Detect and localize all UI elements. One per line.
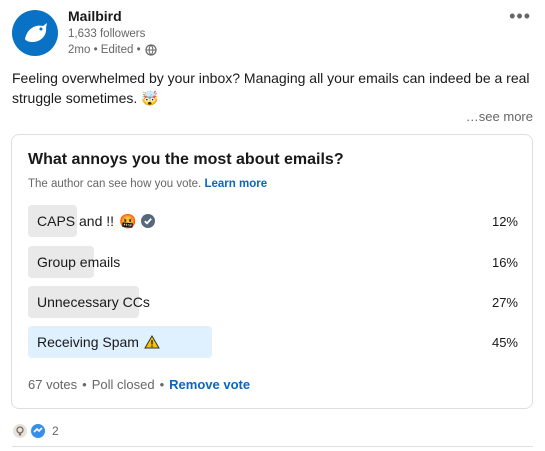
poll-card: What annoys you the most about emails? T… (11, 134, 533, 409)
poll-option-receiving-spam: Receiving Spam 45% (28, 326, 518, 358)
poll-privacy-note: The author can see how you vote. Learn m… (28, 178, 267, 190)
poll-footer: 67 votes • Poll closed • Remove vote (28, 377, 250, 392)
post-meta-text: 2mo • Edited • (68, 44, 141, 56)
post-meta: 2mo • Edited • (68, 44, 157, 56)
see-more-link[interactable]: …see more (466, 109, 533, 124)
cursing-face-emoji: 🤬 (119, 212, 137, 229)
poll-option-label-wrap: Unnecessary CCs (37, 286, 150, 318)
separator-dot: • (82, 377, 87, 392)
poll-note-text: The author can see how you vote. (28, 178, 202, 190)
poll-option-percent: 27% (491, 294, 518, 310)
poll-status: Poll closed (91, 377, 155, 392)
post-body: Feeling overwhelmed by your inbox? Manag… (12, 70, 530, 106)
learn-more-link[interactable]: Learn more (204, 178, 267, 190)
more-options-button[interactable]: ••• (509, 6, 531, 27)
warning-icon (144, 335, 160, 349)
globe-icon (145, 44, 157, 56)
post-text: Feeling overwhelmed by your inbox? Manag… (12, 68, 537, 108)
poll-option-label: Group emails (37, 254, 121, 270)
poll-option-percent: 16% (491, 254, 518, 270)
follower-count: 1,633 followers (68, 28, 146, 40)
bird-icon (25, 23, 47, 42)
poll-option-label-wrap: Group emails (37, 246, 120, 278)
poll-option-label: Unnecessary CCs (37, 294, 150, 310)
poll-option-percent: 45% (491, 334, 518, 350)
poll-option-group-emails: Group emails 16% (28, 246, 518, 278)
company-logo[interactable] (12, 10, 58, 56)
poll-question: What annoys you the most about emails? (28, 151, 344, 168)
separator-dot: • (159, 377, 165, 392)
poll-option-label: Receiving Spam (37, 334, 139, 350)
exploding-head-emoji: 🤯 (141, 90, 159, 106)
poll-option-caps: CAPS and !! 🤬 12% (28, 205, 518, 237)
reaction-count: 2 (52, 424, 59, 438)
poll-option-unnecessary-ccs: Unnecessary CCs 27% (28, 286, 518, 318)
poll-option-label: CAPS and !! (37, 213, 115, 229)
support-reaction-icon (30, 423, 46, 439)
vote-count: 67 votes (28, 377, 78, 392)
reactions-summary[interactable]: 2 (12, 423, 59, 439)
feed-post: Mailbird 1,633 followers 2mo • Edited • … (0, 0, 545, 451)
poll-option-label-wrap: CAPS and !! 🤬 (37, 205, 156, 237)
remove-vote-button[interactable]: Remove vote (169, 377, 250, 392)
insightful-reaction-icon (12, 423, 28, 439)
voted-check-icon (141, 214, 156, 228)
poll-option-label-wrap: Receiving Spam (37, 326, 160, 358)
poll-option-percent: 12% (491, 213, 518, 229)
divider (12, 446, 533, 447)
author-name[interactable]: Mailbird (68, 8, 122, 24)
